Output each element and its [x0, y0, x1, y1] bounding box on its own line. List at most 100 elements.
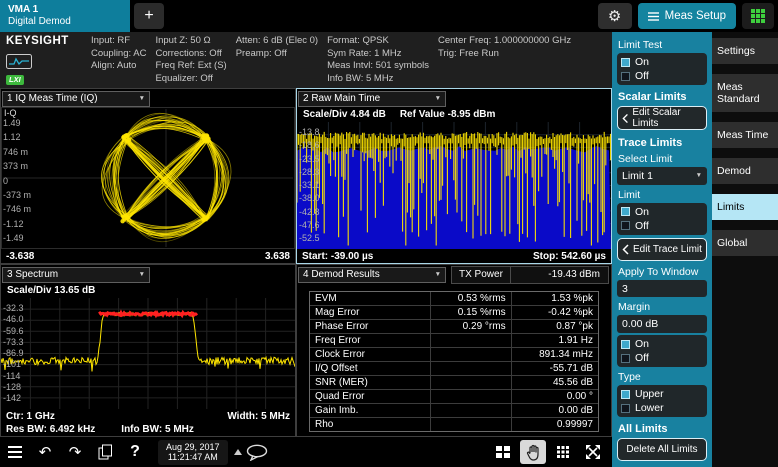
plus-icon: + — [144, 7, 153, 25]
question-icon: ? — [130, 443, 140, 461]
result-name: Freq Error — [310, 334, 431, 347]
chevron-left-icon — [622, 113, 628, 124]
fullscreen-button[interactable] — [580, 440, 606, 464]
info-line: Trig: Free Run — [438, 48, 571, 61]
span-label: Width: 5 MHz — [227, 411, 290, 422]
window2-view-select[interactable]: 2 Raw Main Time ▼ — [298, 91, 446, 107]
meas-setup-panel: Limit Test On Off Scalar Limits Edit Sca… — [612, 32, 712, 467]
info-col-input: Input: RFCoupling: ACAlign: Auto — [91, 35, 146, 85]
result-value: 0.00 ° — [512, 390, 598, 403]
lower-label: Lower — [635, 402, 664, 414]
window3-header: Scale/Div 13.65 dB — [1, 283, 295, 298]
expand-arrows-icon — [585, 444, 601, 460]
margin-off-option[interactable]: Off — [621, 351, 703, 365]
margin-on-option[interactable]: On — [621, 337, 703, 351]
apply-to-window-value[interactable]: 3 — [617, 280, 707, 298]
type-lower-option[interactable]: Lower — [621, 401, 703, 415]
main-menu-button[interactable] — [2, 440, 28, 464]
window-iq-meas-time[interactable]: 1 IQ Meas Time (IQ) ▼ I-Q 1.491.12746 m3… — [0, 88, 296, 264]
tab-meas-time[interactable]: Meas Time — [712, 122, 778, 148]
info-line: Meas Intvl: 501 symbols — [327, 60, 429, 73]
edit-scalar-limits-button[interactable]: Edit Scalar Limits — [617, 106, 707, 130]
measurement-area: 1 IQ Meas Time (IQ) ▼ I-Q 1.491.12746 m3… — [0, 88, 612, 437]
result-name: I/Q Offset — [310, 362, 431, 375]
info-line: Preamp: Off — [236, 48, 318, 61]
help-button[interactable]: ? — [122, 440, 148, 464]
grid-layout-button[interactable] — [550, 440, 576, 464]
window1-titlebar: 1 IQ Meas Time (IQ) ▼ — [1, 89, 295, 107]
chevron-down-icon: ▼ — [435, 95, 441, 102]
margin-value[interactable]: 0.00 dB — [617, 315, 707, 333]
tab-meas-standard[interactable]: Meas Standard — [712, 74, 778, 112]
window-layout-button[interactable] — [490, 440, 516, 464]
apply-to-window-number: 3 — [622, 283, 628, 295]
menu-list-icon — [648, 12, 659, 21]
limit-test-on-option[interactable]: On — [621, 55, 703, 69]
apps-grid-icon — [750, 8, 766, 24]
tab-limits[interactable]: Limits — [712, 194, 778, 220]
tab-demod[interactable]: Demod — [712, 158, 778, 184]
mode-tab-subtitle: Digital Demod — [8, 16, 122, 28]
window4-view-select[interactable]: 4 Demod Results ▼ — [298, 267, 446, 283]
limit-test-off-option[interactable]: Off — [621, 69, 703, 83]
limit-label: Limit — [618, 189, 706, 201]
select-limit-dropdown[interactable]: Limit 1 ▼ — [617, 167, 707, 185]
limit-test-label: Limit Test — [618, 39, 706, 51]
mode-tab-title: VMA 1 — [8, 4, 122, 16]
iq-constellation-plot[interactable]: I-Q 1.491.12746 m373 m0-373 m-746 m-1.12… — [1, 107, 295, 249]
info-line: Sym Rate: 1 MHz — [327, 48, 429, 61]
spectrum-plot[interactable]: -32.3-46.0-59.6-73.3-86.9-101-114-128-14… — [1, 298, 295, 409]
edit-trace-limit-button[interactable]: Edit Trace Limit — [617, 238, 707, 261]
hand-icon — [526, 444, 541, 461]
result-value-rms — [431, 362, 512, 375]
type-toggle: Upper Lower — [617, 385, 707, 417]
trace-limits-section: Trace Limits — [618, 137, 706, 149]
menu-tab-column: Settings Meas Standard Meas Time Demod Limit… — [712, 32, 778, 467]
screenshot-button[interactable] — [92, 440, 118, 464]
window1-title: 1 IQ Meas Time (IQ) — [7, 93, 98, 104]
tab-settings[interactable]: Settings — [712, 38, 778, 64]
window-raw-main-time[interactable]: 2 Raw Main Time ▼ Scale/Div 4.84 dB Ref … — [296, 88, 612, 264]
window3-view-select[interactable]: 3 Spectrum ▼ — [2, 267, 150, 283]
info-line: Center Freq: 1.000000000 GHz — [438, 35, 571, 48]
res-bw-label: Res BW: 6.492 kHz — [6, 424, 95, 435]
raw-main-time-plot[interactable]: -13.8-18.6-23.5-28.3-33.1-38.0-42.8-47.6… — [297, 122, 611, 249]
window-demod-results[interactable]: 4 Demod Results ▼ TX Power -19.43 dBm EV… — [296, 264, 612, 437]
window-spectrum[interactable]: 3 Spectrum ▼ Scale/Div 13.65 dB -32.3-46… — [0, 264, 296, 437]
scalar-limits-section: Scalar Limits — [618, 91, 706, 103]
delete-all-limits-button[interactable]: Delete All Limits — [617, 438, 707, 461]
result-value-rms — [431, 390, 512, 403]
instrument-info-bar: KEYSIGHT LXI Input: RFCoupling: ACAlign:… — [0, 32, 612, 88]
scope-icon — [6, 54, 32, 69]
collapse-triangle-icon[interactable] — [234, 449, 242, 455]
select-limit-label: Select Limit — [618, 153, 706, 165]
demod-results-table: EVM0.53 %rms1.53 %pkMag Error0.15 %rms-0… — [309, 291, 599, 432]
raw-main-time-trace — [297, 122, 611, 249]
undo-button[interactable]: ↶ — [32, 440, 58, 464]
type-upper-option[interactable]: Upper — [621, 387, 703, 401]
mode-tab-vma1[interactable]: VMA 1 Digital Demod — [0, 0, 130, 32]
limit-off-option[interactable]: Off — [621, 219, 703, 233]
window3-title: 3 Spectrum — [7, 269, 58, 280]
redo-button[interactable]: ↷ — [62, 440, 88, 464]
info-line: Input: RF — [91, 35, 146, 48]
window1-x-axis: -3.638 3.638 — [1, 249, 295, 263]
add-mode-button[interactable]: + — [134, 3, 164, 29]
chevron-down-icon: ▼ — [139, 271, 145, 278]
result-value-rms — [431, 376, 512, 389]
timestamp-display[interactable]: Aug 29, 2017 11:21:47 AM — [158, 440, 228, 465]
tab-global[interactable]: Global — [712, 230, 778, 256]
meas-setup-menu-button[interactable]: Meas Setup — [638, 3, 736, 29]
window1-view-select[interactable]: 1 IQ Meas Time (IQ) ▼ — [2, 91, 150, 107]
apps-grid-button[interactable] — [742, 3, 774, 29]
limit-on-option[interactable]: On — [621, 205, 703, 219]
result-row: Gain Imb.0.00 dB — [310, 403, 598, 417]
pan-tool-button[interactable] — [520, 440, 546, 464]
speech-bubble-icon — [246, 444, 268, 461]
result-value-rms: 0.29 °rms — [431, 320, 512, 333]
system-settings-button[interactable]: ⚙ — [598, 3, 632, 29]
radio-indicator — [621, 340, 630, 349]
info-line: Format: QPSK — [327, 35, 429, 48]
annotation-button[interactable] — [244, 440, 270, 464]
result-name: Rho — [310, 418, 431, 431]
